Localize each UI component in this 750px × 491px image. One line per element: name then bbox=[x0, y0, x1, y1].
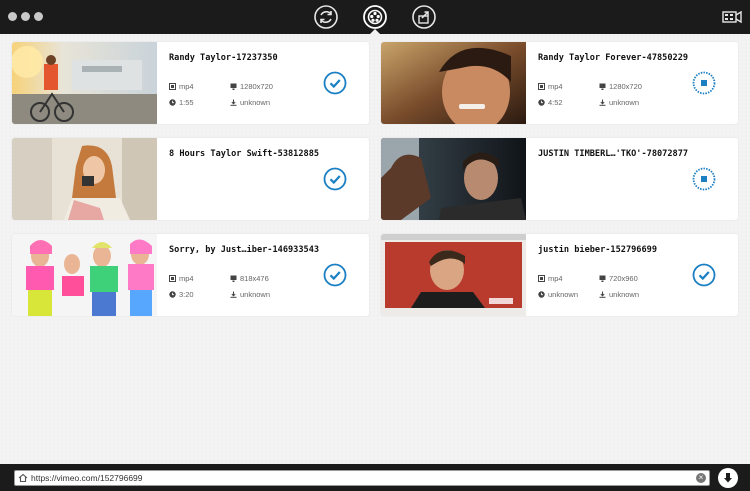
resolution-value: 1280x720 bbox=[240, 82, 273, 91]
stop-download-icon[interactable] bbox=[692, 167, 716, 191]
downloads-list: Randy Taylor-17237350 mp4 1280x720 1:55 … bbox=[0, 34, 750, 464]
film-icon bbox=[169, 83, 176, 90]
size-info: unknown bbox=[230, 98, 270, 107]
video-card[interactable]: JUSTIN TIMBERL…'TKO'-78072877 bbox=[381, 138, 738, 220]
window-controls bbox=[8, 12, 43, 21]
window-control-dot[interactable] bbox=[8, 12, 17, 21]
window-control-dot[interactable] bbox=[21, 12, 30, 21]
format-value: mp4 bbox=[548, 274, 563, 283]
done-check-icon[interactable] bbox=[323, 167, 347, 191]
download-size-icon bbox=[230, 99, 237, 106]
duration-value: unknown bbox=[548, 290, 579, 299]
video-card[interactable]: 8 Hours Taylor Swift-53812885 bbox=[12, 138, 369, 220]
film-icon bbox=[169, 275, 176, 282]
size-value: unknown bbox=[240, 98, 271, 107]
resolution-value: 720x960 bbox=[609, 274, 638, 283]
resolution-value: 1280x720 bbox=[609, 82, 642, 91]
duration-info: unknown bbox=[538, 290, 578, 299]
done-check-icon[interactable] bbox=[323, 263, 347, 287]
home-icon[interactable] bbox=[18, 473, 28, 483]
monitor-icon bbox=[599, 275, 606, 282]
video-title: Sorry, by Just…iber-146933543 bbox=[169, 245, 319, 255]
screen-record-icon[interactable] bbox=[722, 9, 742, 25]
clear-url-icon[interactable]: × bbox=[696, 473, 706, 483]
video-thumbnail[interactable] bbox=[12, 138, 157, 220]
format-value: mp4 bbox=[179, 82, 194, 91]
duration-value: 1:55 bbox=[179, 98, 194, 107]
duration-value: 4:52 bbox=[548, 98, 563, 107]
size-value: unknown bbox=[609, 98, 640, 107]
size-value: unknown bbox=[609, 290, 640, 299]
video-title: Randy Taylor Forever-47850229 bbox=[538, 53, 688, 63]
format-value: mp4 bbox=[179, 274, 194, 283]
convert-icon[interactable] bbox=[313, 4, 339, 30]
format-info: mp4 bbox=[538, 274, 563, 283]
top-toolbar bbox=[0, 0, 750, 35]
size-value: unknown bbox=[240, 290, 271, 299]
size-info: unknown bbox=[599, 98, 639, 107]
duration-info: 4:52 bbox=[538, 98, 563, 107]
duration-value: 3:20 bbox=[179, 290, 194, 299]
clock-icon bbox=[538, 291, 545, 298]
download-size-icon bbox=[599, 99, 606, 106]
format-info: mp4 bbox=[538, 82, 563, 91]
resolution-info: 1280x720 bbox=[599, 82, 642, 91]
format-info: mp4 bbox=[169, 274, 194, 283]
video-title: 8 Hours Taylor Swift-53812885 bbox=[169, 149, 319, 159]
format-info: mp4 bbox=[169, 82, 194, 91]
resolution-info: 1280x720 bbox=[230, 82, 273, 91]
stop-download-icon[interactable] bbox=[692, 71, 716, 95]
bottom-url-bar: × bbox=[0, 464, 750, 491]
format-value: mp4 bbox=[548, 82, 563, 91]
monitor-icon bbox=[230, 275, 237, 282]
film-icon bbox=[538, 275, 545, 282]
download-url-button[interactable] bbox=[718, 468, 738, 488]
window-control-dot[interactable] bbox=[34, 12, 43, 21]
video-card[interactable]: Randy Taylor Forever-47850229 mp4 1280x7… bbox=[381, 42, 738, 124]
clock-icon bbox=[169, 291, 176, 298]
url-box[interactable]: × bbox=[14, 470, 710, 486]
download-size-icon bbox=[230, 291, 237, 298]
video-thumbnail[interactable] bbox=[12, 42, 157, 124]
download-size-icon bbox=[599, 291, 606, 298]
url-input[interactable] bbox=[31, 471, 691, 485]
video-card[interactable]: Randy Taylor-17237350 mp4 1280x720 1:55 … bbox=[12, 42, 369, 124]
done-check-icon[interactable] bbox=[323, 71, 347, 95]
duration-info: 1:55 bbox=[169, 98, 194, 107]
video-title: JUSTIN TIMBERL…'TKO'-78072877 bbox=[538, 149, 688, 159]
video-thumbnail[interactable] bbox=[381, 42, 526, 124]
resolution-info: 818x476 bbox=[230, 274, 269, 283]
resolution-value: 818x476 bbox=[240, 274, 269, 283]
monitor-icon bbox=[599, 83, 606, 90]
duration-info: 3:20 bbox=[169, 290, 194, 299]
done-check-icon[interactable] bbox=[692, 263, 716, 287]
video-title: Randy Taylor-17237350 bbox=[169, 53, 278, 63]
video-title: justin bieber-152796699 bbox=[538, 245, 657, 255]
size-info: unknown bbox=[230, 290, 270, 299]
download-icon[interactable] bbox=[362, 4, 388, 30]
film-icon bbox=[538, 83, 545, 90]
video-thumbnail[interactable] bbox=[381, 138, 526, 220]
size-info: unknown bbox=[599, 290, 639, 299]
video-thumbnail[interactable] bbox=[12, 234, 157, 316]
clock-icon bbox=[538, 99, 545, 106]
video-thumbnail[interactable] bbox=[381, 234, 526, 316]
video-card[interactable]: justin bieber-152796699 mp4 720x960 unkn… bbox=[381, 234, 738, 316]
clock-icon bbox=[169, 99, 176, 106]
video-card[interactable]: Sorry, by Just…iber-146933543 mp4 818x47… bbox=[12, 234, 369, 316]
download-arrow-icon bbox=[724, 473, 732, 483]
resolution-info: 720x960 bbox=[599, 274, 638, 283]
monitor-icon bbox=[230, 83, 237, 90]
share-icon[interactable] bbox=[411, 4, 437, 30]
